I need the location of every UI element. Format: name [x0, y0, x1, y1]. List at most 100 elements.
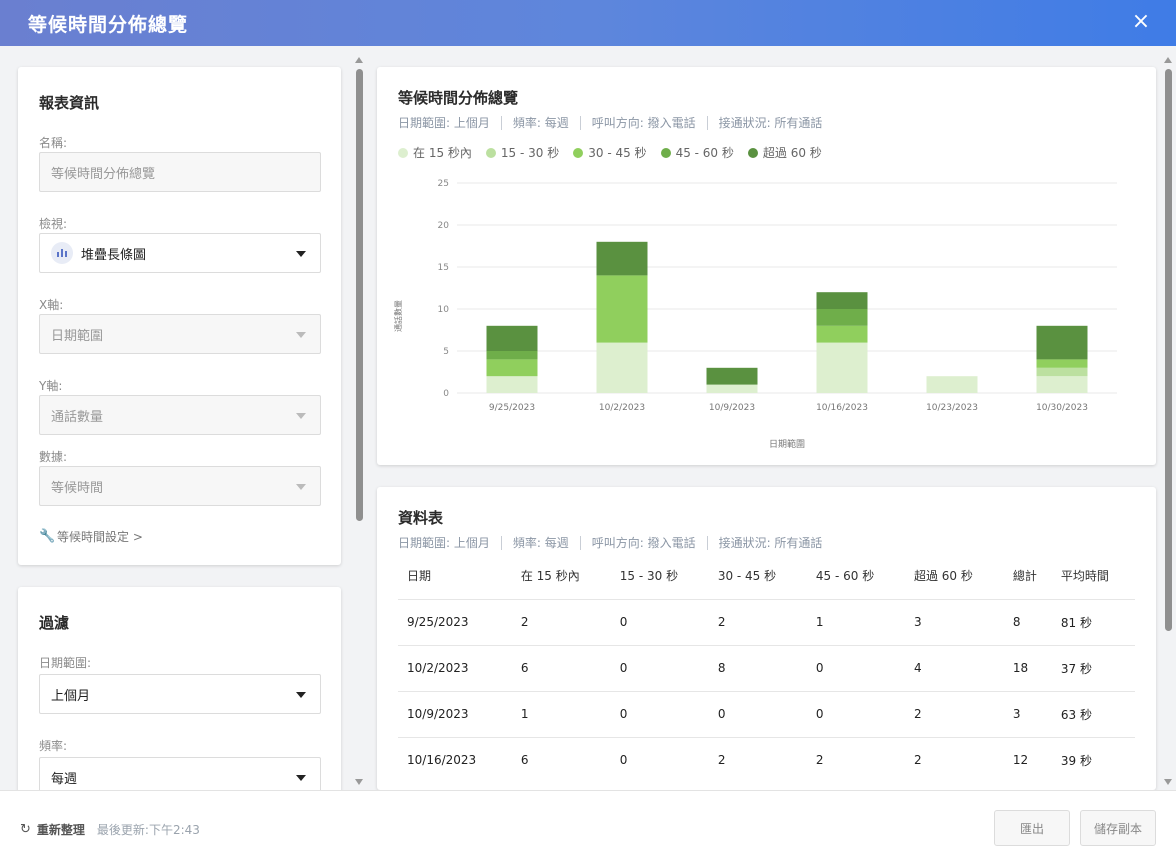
bar-segment — [596, 275, 648, 343]
bar-segment — [596, 241, 648, 276]
chevron-down-icon — [296, 775, 306, 781]
table-cell: 2 — [708, 736, 807, 783]
export-button[interactable]: 匯出 — [994, 810, 1070, 846]
table-meta: 日期範圍: 上個月 頻率: 每週 呼叫方向: 撥入電話 接通狀況: 所有通話 — [398, 534, 822, 551]
x-tick-label: 10/2/2023 — [599, 403, 645, 413]
table-cell: 10/9/2023 — [398, 690, 512, 737]
table-cell: 10/16/2023 — [398, 736, 512, 783]
y-tick-label: 10 — [438, 305, 450, 315]
table-meta-direction: 呼叫方向: 撥入電話 — [591, 536, 696, 550]
report-info-heading: 報表資訊 — [39, 94, 100, 112]
table-cell: 10/2/2023 — [398, 644, 512, 691]
data-label: 數據: — [39, 450, 68, 464]
name-value: 等候時間分佈總覽 — [51, 166, 156, 182]
table-cell: 2 — [511, 598, 611, 645]
table-row: 10/9/2023 1 0 0 0 2 3 63 秒 — [398, 690, 1135, 737]
column-header[interactable]: 總計 — [1004, 553, 1052, 599]
table-cell: 1 — [806, 598, 905, 645]
refresh-label: 重新整理 — [36, 823, 85, 837]
name-label: 名稱: — [39, 136, 68, 150]
bar-segment — [1036, 359, 1088, 368]
left-scrollbar-thumb[interactable] — [356, 69, 363, 521]
table-cell: 8 — [1003, 598, 1052, 645]
bar-segment — [926, 376, 978, 393]
table-cell: 9/25/2023 — [398, 598, 512, 645]
frequency-value: 每週 — [51, 771, 78, 787]
bar-segment — [486, 351, 538, 360]
report-info-card: 報表資訊 名稱: 等候時間分佈總覽 檢視: 堆疊長條圖 X軸: 日期範圍 Y軸:… — [18, 67, 341, 565]
x-tick-label: 10/23/2023 — [926, 403, 978, 413]
x-axis-value: 日期範圍 — [51, 328, 104, 344]
bar-segment — [486, 325, 538, 351]
bar-segment — [816, 309, 868, 326]
column-header[interactable]: 在 15 秒內 — [512, 553, 611, 599]
table-cell: 39 秒 — [1051, 736, 1135, 783]
bar-chart-icon — [51, 242, 73, 264]
bar-segment — [816, 342, 868, 393]
x-axis-title: 日期範圍 — [769, 438, 805, 450]
column-header[interactable]: 日期 — [398, 553, 512, 599]
stacked-bar-chart: 0 5 10 15 20 25 9/25/2023 10/2/2023 10/9/2023 10/… — [393, 179, 1117, 450]
save-copy-button[interactable]: 儲存副本 — [1080, 810, 1156, 846]
date-range-select[interactable]: 上個月 — [39, 674, 321, 714]
table-cell: 81 秒 — [1051, 598, 1135, 645]
table-title: 資料表 — [398, 509, 444, 527]
bar-segment — [816, 325, 868, 343]
scroll-down-icon[interactable] — [1164, 779, 1172, 785]
table-cell: 0 — [806, 644, 905, 691]
bar-segment — [486, 376, 538, 393]
x-tick-label: 10/9/2023 — [709, 403, 755, 413]
table-cell: 3 — [1003, 690, 1052, 737]
view-select[interactable]: 堆疊長條圖 — [39, 233, 321, 273]
chevron-down-icon — [296, 413, 306, 419]
table-cell: 63 秒 — [1051, 690, 1135, 737]
scroll-up-icon[interactable] — [355, 57, 363, 63]
table-cell: 0 — [806, 690, 905, 737]
bar-segment — [1036, 325, 1088, 360]
table-row: 9/25/2023 2 0 2 1 3 8 81 秒 — [398, 598, 1135, 645]
window-title: 等候時間分佈總覽 — [28, 13, 189, 36]
wait-time-settings-label: 等候時間設定 > — [57, 530, 143, 544]
data-select[interactable]: 等候時間 — [39, 466, 321, 506]
x-axis-select[interactable]: 日期範圍 — [39, 314, 321, 354]
table-cell: 1 — [511, 690, 611, 737]
y-tick-label: 25 — [438, 179, 449, 189]
refresh-button[interactable]: ↻ 重新整理 最後更新:下午2:43 — [20, 821, 200, 838]
table-row: 10/16/2023 6 0 2 2 2 12 39 秒 — [398, 736, 1135, 783]
bar-segment — [1036, 376, 1088, 393]
last-updated-text: 最後更新:下午2:43 — [96, 823, 200, 837]
table-cell: 6 — [511, 736, 611, 783]
table-cell: 8 — [708, 644, 807, 691]
y-axis-label: Y軸: — [39, 379, 63, 393]
left-scrollbar[interactable] — [355, 57, 364, 785]
table-cell: 2 — [904, 736, 1004, 783]
refresh-icon: ↻ — [20, 822, 31, 837]
filter-heading: 過濾 — [39, 614, 70, 632]
y-axis-select[interactable]: 通話數量 — [39, 395, 321, 435]
table-cell: 2 — [806, 736, 905, 783]
column-header[interactable]: 30 - 45 秒 — [709, 553, 807, 599]
x-tick-label: 9/25/2023 — [489, 403, 535, 413]
table-cell: 37 秒 — [1051, 644, 1135, 691]
right-scrollbar[interactable] — [1164, 57, 1173, 785]
column-header[interactable]: 15 - 30 秒 — [611, 553, 709, 599]
chart-card: 等候時間分佈總覽 日期範圍: 上個月 頻率: 每週 呼叫方向: 撥入電話 接通狀… — [377, 67, 1156, 465]
wait-time-settings-link[interactable]: 🔧 等候時間設定 > — [39, 528, 143, 545]
view-value: 堆疊長條圖 — [81, 247, 147, 263]
table-header-row: 日期在 15 秒內 15 - 30 秒 30 - 45 秒 45 - 60 秒超過 6… — [398, 553, 1135, 599]
chevron-down-icon — [296, 251, 306, 257]
wrench-icon: 🔧 — [39, 528, 56, 544]
scroll-up-icon[interactable] — [1164, 57, 1172, 63]
column-header[interactable]: 45 - 60 秒 — [807, 553, 905, 599]
right-scrollbar-thumb[interactable] — [1165, 69, 1172, 631]
date-range-value: 上個月 — [51, 688, 91, 704]
table-cell: 0 — [610, 736, 709, 783]
x-tick-label: 10/16/2023 — [816, 403, 868, 413]
column-header[interactable]: 平均時間 — [1052, 553, 1135, 599]
data-value: 等候時間 — [51, 480, 104, 496]
name-field[interactable]: 等候時間分佈總覽 — [39, 152, 321, 192]
scroll-down-icon[interactable] — [355, 779, 363, 785]
column-header[interactable]: 超過 60 秒 — [905, 553, 1004, 599]
close-icon[interactable]: × — [1128, 9, 1154, 35]
table-cell: 4 — [904, 644, 1004, 691]
